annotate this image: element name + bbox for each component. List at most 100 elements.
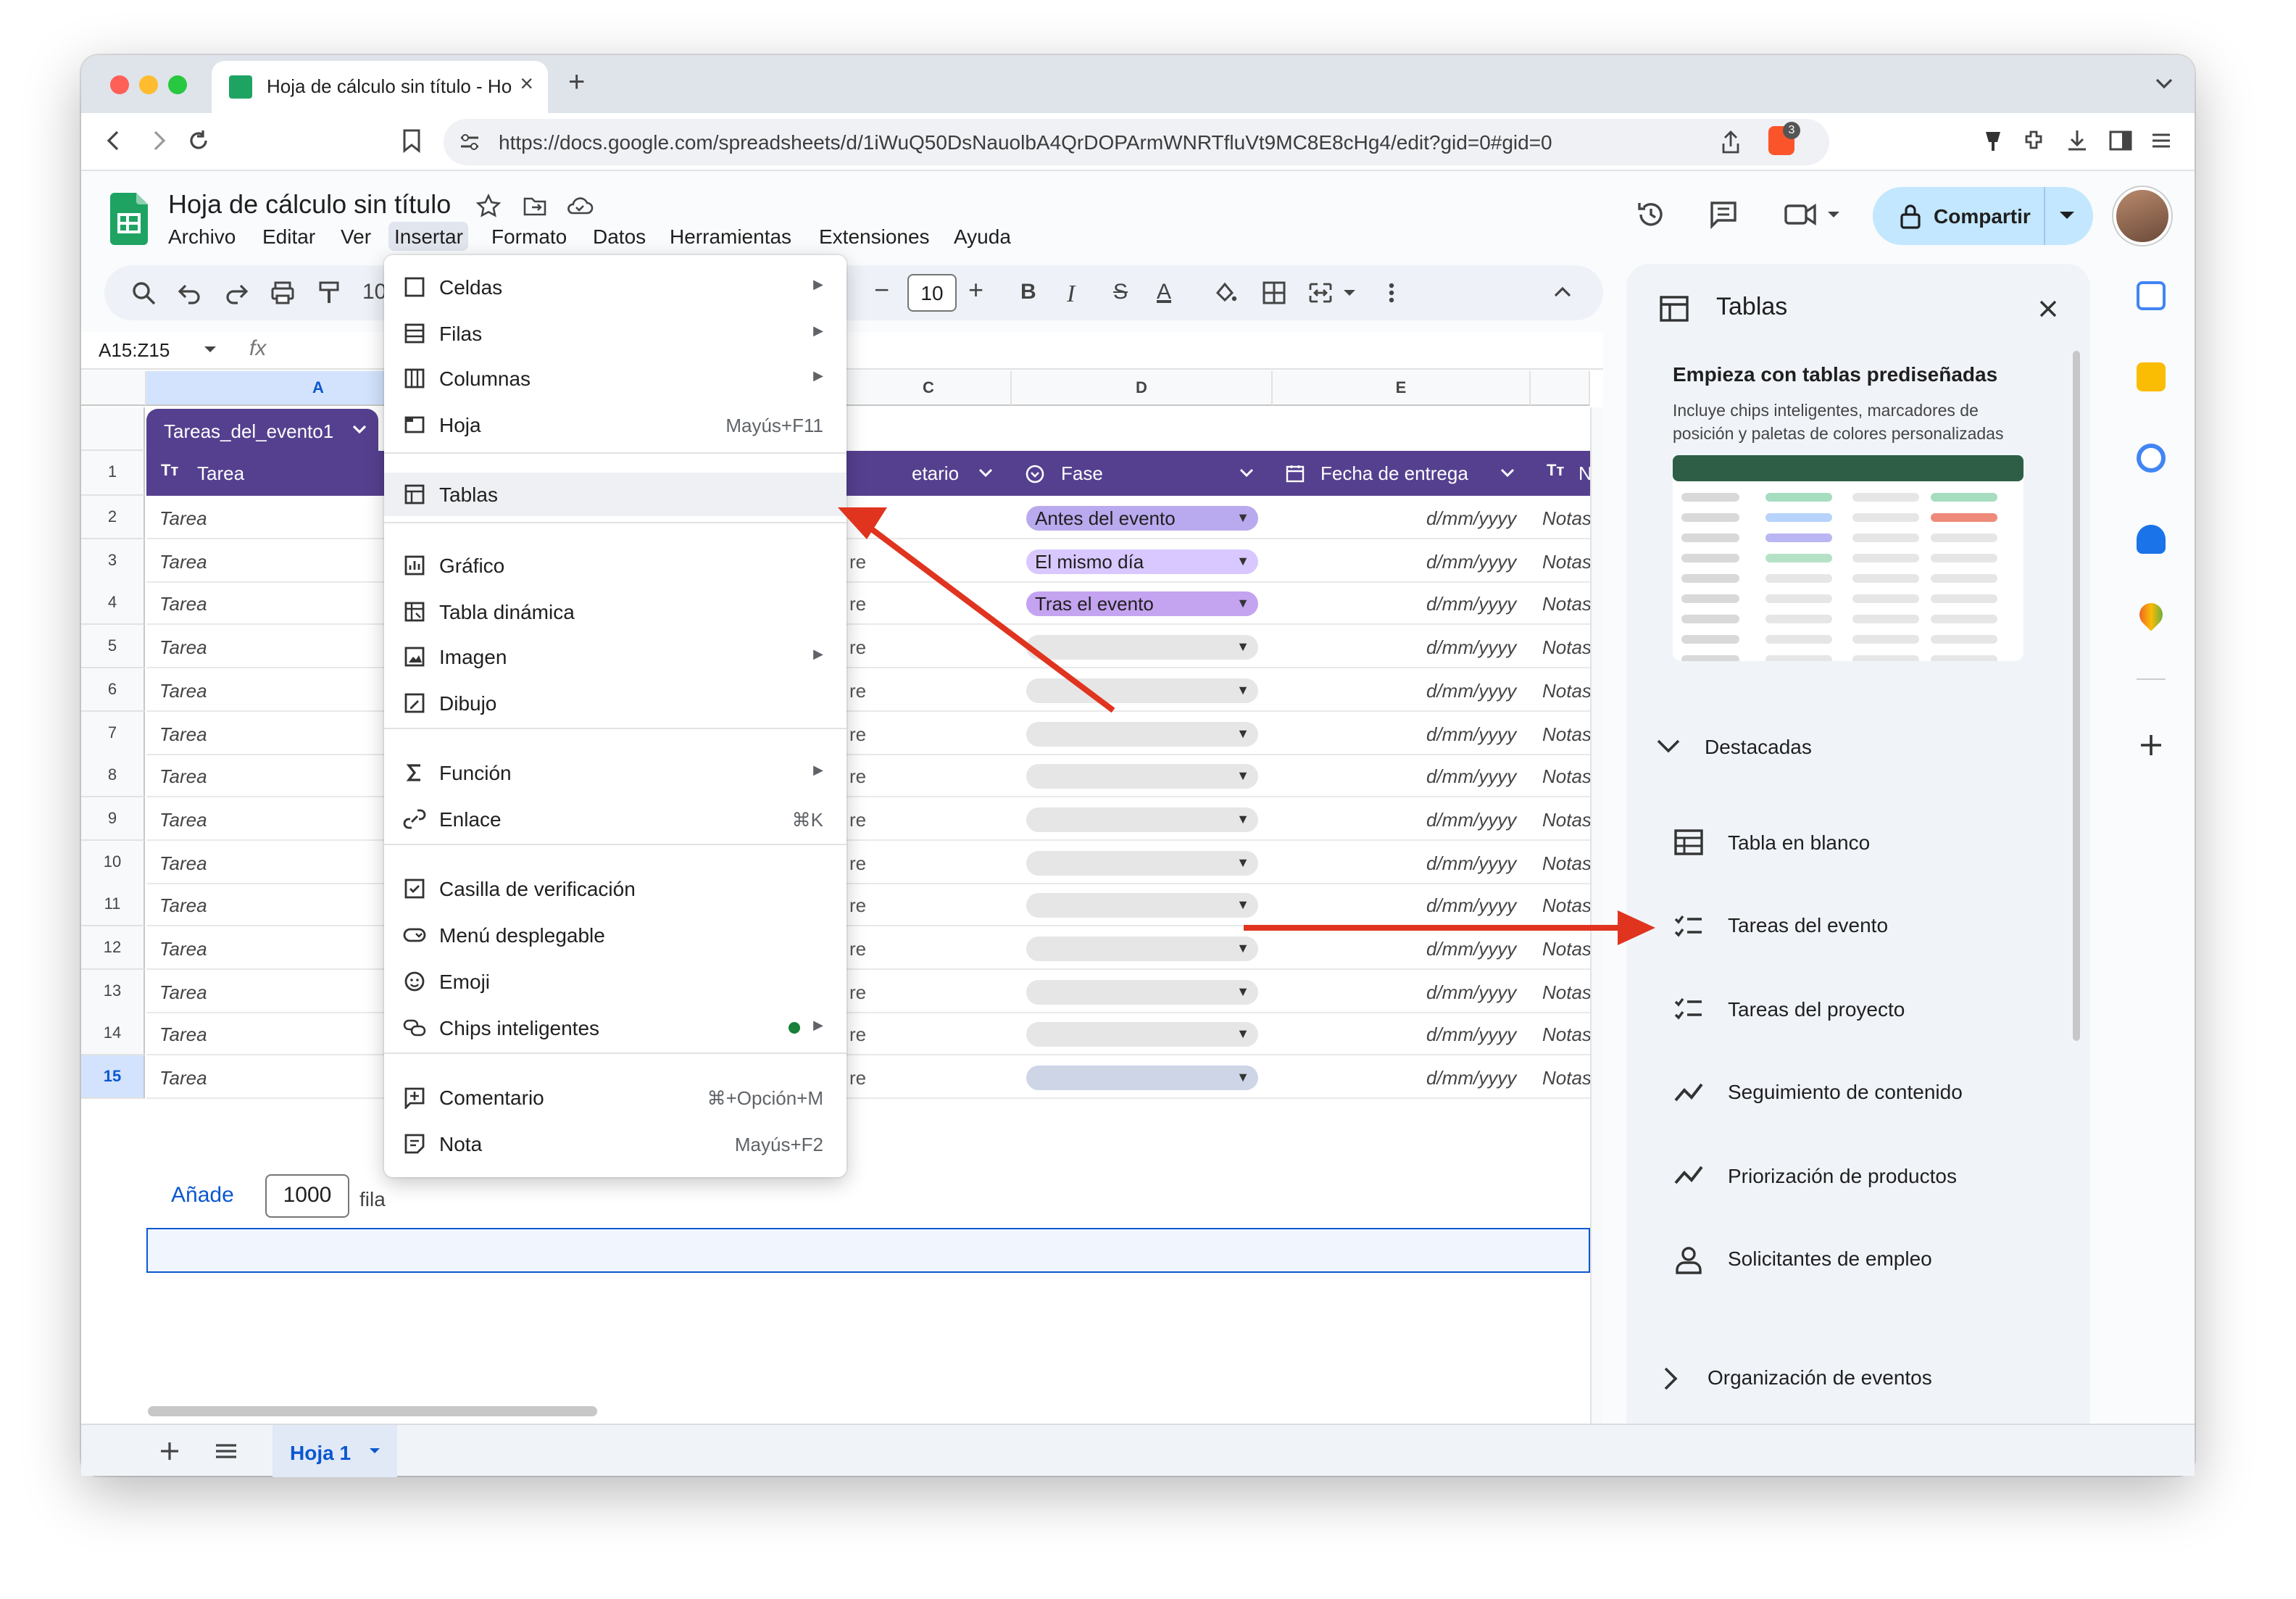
bookmark-icon[interactable]	[400, 128, 423, 154]
table-preview-image[interactable]	[1673, 455, 2023, 661]
cell-comentario[interactable]: re	[849, 550, 866, 572]
cell-notas[interactable]: Notas	[1542, 636, 1590, 658]
cell-notas[interactable]: Notas	[1542, 981, 1590, 1002]
cell-comentario[interactable]: re	[849, 895, 866, 917]
close-window-button[interactable]	[110, 75, 129, 94]
print-icon[interactable]	[270, 280, 296, 306]
insert-menu-item-tablas[interactable]: Tablas	[384, 473, 847, 516]
back-icon[interactable]	[101, 128, 128, 154]
name-box-dropdown-icon[interactable]	[203, 345, 217, 357]
horizontal-scrollbar[interactable]	[148, 1406, 597, 1416]
insert-menu-item-tabla-dinámica[interactable]: Tabla dinámica	[384, 590, 847, 634]
cell-tarea[interactable]: Tarea	[159, 1067, 207, 1089]
cell-tarea[interactable]: Tarea	[159, 1024, 207, 1046]
maps-icon[interactable]	[2134, 598, 2168, 631]
bold-button[interactable]: B	[1020, 280, 1036, 304]
insert-menu-item-gráfico[interactable]: Gráfico	[384, 544, 847, 587]
fase-dropdown-chip[interactable]: ▼	[1026, 1066, 1258, 1091]
merge-cells-icon[interactable]	[1307, 280, 1360, 306]
borders-icon[interactable]	[1261, 280, 1287, 306]
cell-notas[interactable]: Notas	[1542, 680, 1590, 702]
insert-menu-item-imagen[interactable]: Imagen ▶	[384, 635, 847, 678]
cell-fecha[interactable]: d/mm/yyyy	[1426, 1024, 1516, 1046]
add-rows-button[interactable]: Añade	[171, 1183, 234, 1208]
fase-dropdown-chip[interactable]: ▼	[1026, 1022, 1258, 1047]
insert-menu-item-dibujo[interactable]: Dibujo	[384, 681, 847, 725]
chevron-down-icon[interactable]	[1655, 736, 1681, 757]
menu-formato[interactable]: Formato	[491, 225, 567, 248]
side-panel-scrollbar[interactable]	[2073, 351, 2080, 1041]
cell-comentario[interactable]: re	[849, 938, 866, 960]
cell-comentario[interactable]: re	[849, 723, 866, 744]
cell-notas[interactable]: Notas	[1542, 765, 1590, 787]
fase-dropdown-chip[interactable]: ▼	[1026, 936, 1258, 961]
column-header-f[interactable]	[1531, 371, 1590, 406]
template-tareas-del-proyecto[interactable]: Tareas del proyecto	[1728, 997, 1905, 1021]
sidebar-toggle-icon[interactable]	[2108, 128, 2134, 154]
contacts-icon[interactable]	[2137, 525, 2166, 554]
insert-menu-item-filas[interactable]: Filas ▶	[384, 312, 847, 355]
insert-menu-item-hoja[interactable]: Hoja Mayús+F11	[384, 403, 847, 447]
header-fase[interactable]: Fase	[1061, 462, 1103, 484]
column-header-d[interactable]: D	[1012, 371, 1273, 406]
menu-datos[interactable]: Datos	[593, 225, 646, 248]
cell-fecha[interactable]: d/mm/yyyy	[1426, 765, 1516, 787]
cell-fecha[interactable]: d/mm/yyyy	[1426, 852, 1516, 873]
cell-tarea[interactable]: Tarea	[159, 852, 207, 873]
fase-dropdown-chip[interactable]: ▼	[1026, 635, 1258, 660]
undo-icon[interactable]	[177, 280, 203, 306]
keep-icon[interactable]	[2137, 362, 2166, 391]
menu-herramientas[interactable]: Herramientas	[670, 225, 791, 248]
share-dropdown-icon[interactable]	[2058, 210, 2076, 222]
cell-fecha[interactable]: d/mm/yyyy	[1426, 507, 1516, 529]
cell-notas[interactable]: Notas	[1542, 1067, 1590, 1089]
cell-comentario[interactable]: re	[849, 594, 866, 615]
cell-notas[interactable]: Notas	[1542, 895, 1590, 917]
cell-comentario[interactable]: re	[849, 809, 866, 831]
template-priorizacion-de-productos[interactable]: Priorización de productos	[1728, 1164, 1957, 1187]
cell-tarea[interactable]: Tarea	[159, 938, 207, 960]
cell-comentario[interactable]: re	[849, 765, 866, 787]
fase-dropdown-chip[interactable]: ▼	[1026, 721, 1258, 746]
insert-menu-item-emoji[interactable]: Emoji	[384, 960, 847, 1003]
header-tarea[interactable]: Tarea	[197, 462, 244, 484]
reload-icon[interactable]	[186, 128, 212, 154]
menu-extensiones[interactable]: Extensiones	[819, 225, 930, 248]
insert-menu-item-comentario[interactable]: Comentario ⌘+Opción+M	[384, 1076, 847, 1119]
insert-menu-item-casilla-de-verificación[interactable]: Casilla de verificación	[384, 867, 847, 910]
zoom-value[interactable]: 10	[362, 280, 386, 304]
name-box[interactable]: A15:Z15	[99, 339, 170, 361]
template-tareas-del-evento[interactable]: Tareas del evento	[1728, 913, 1888, 936]
fase-dropdown-chip[interactable]: Tras el evento ▼	[1026, 591, 1258, 617]
header-fecha[interactable]: Fecha de entrega	[1320, 462, 1468, 484]
column-header-c[interactable]: C	[847, 371, 1012, 406]
cell-comentario[interactable]: re	[849, 1024, 866, 1046]
tab-list-chevron-icon[interactable]	[2154, 72, 2174, 93]
section-organizacion-de-eventos[interactable]: Organización de eventos	[1708, 1366, 1932, 1389]
section-destacadas[interactable]: Destacadas	[1705, 735, 1812, 758]
sheet-tab-hoja1[interactable]: Hoja 1	[273, 1425, 397, 1477]
paint-format-icon[interactable]	[316, 280, 342, 306]
cell-notas[interactable]: Notas	[1542, 809, 1590, 831]
tab-close-icon[interactable]: ×	[520, 72, 533, 99]
meet-icon[interactable]	[1783, 199, 1841, 230]
cell-fecha[interactable]: d/mm/yyyy	[1426, 895, 1516, 917]
move-folder-icon[interactable]	[522, 193, 548, 219]
font-size-field[interactable]: 10	[907, 274, 957, 312]
fase-dropdown-chip[interactable]: ▼	[1026, 678, 1258, 703]
template-tabla-en-blanco[interactable]: Tabla en blanco	[1728, 831, 1870, 854]
tasks-icon[interactable]	[2137, 444, 2166, 473]
cell-fecha[interactable]: d/mm/yyyy	[1426, 636, 1516, 658]
cell-fecha[interactable]: d/mm/yyyy	[1426, 723, 1516, 744]
row-header-1[interactable]: 1	[81, 451, 145, 496]
cell-tarea[interactable]: Tarea	[159, 680, 207, 702]
cell-fecha[interactable]: d/mm/yyyy	[1426, 981, 1516, 1002]
insert-menu-item-menú-desplegable[interactable]: Menú desplegable	[384, 913, 847, 957]
cell-fecha[interactable]: d/mm/yyyy	[1426, 1067, 1516, 1089]
select-all-corner[interactable]	[81, 371, 146, 406]
cell-notas[interactable]: Notas	[1542, 1024, 1590, 1046]
cell-comentario[interactable]: re	[849, 981, 866, 1002]
document-title[interactable]: Hoja de cálculo sin título	[168, 190, 451, 220]
cell-notas[interactable]: Notas	[1542, 550, 1590, 572]
share-button[interactable]: Compartir	[1873, 187, 2093, 245]
